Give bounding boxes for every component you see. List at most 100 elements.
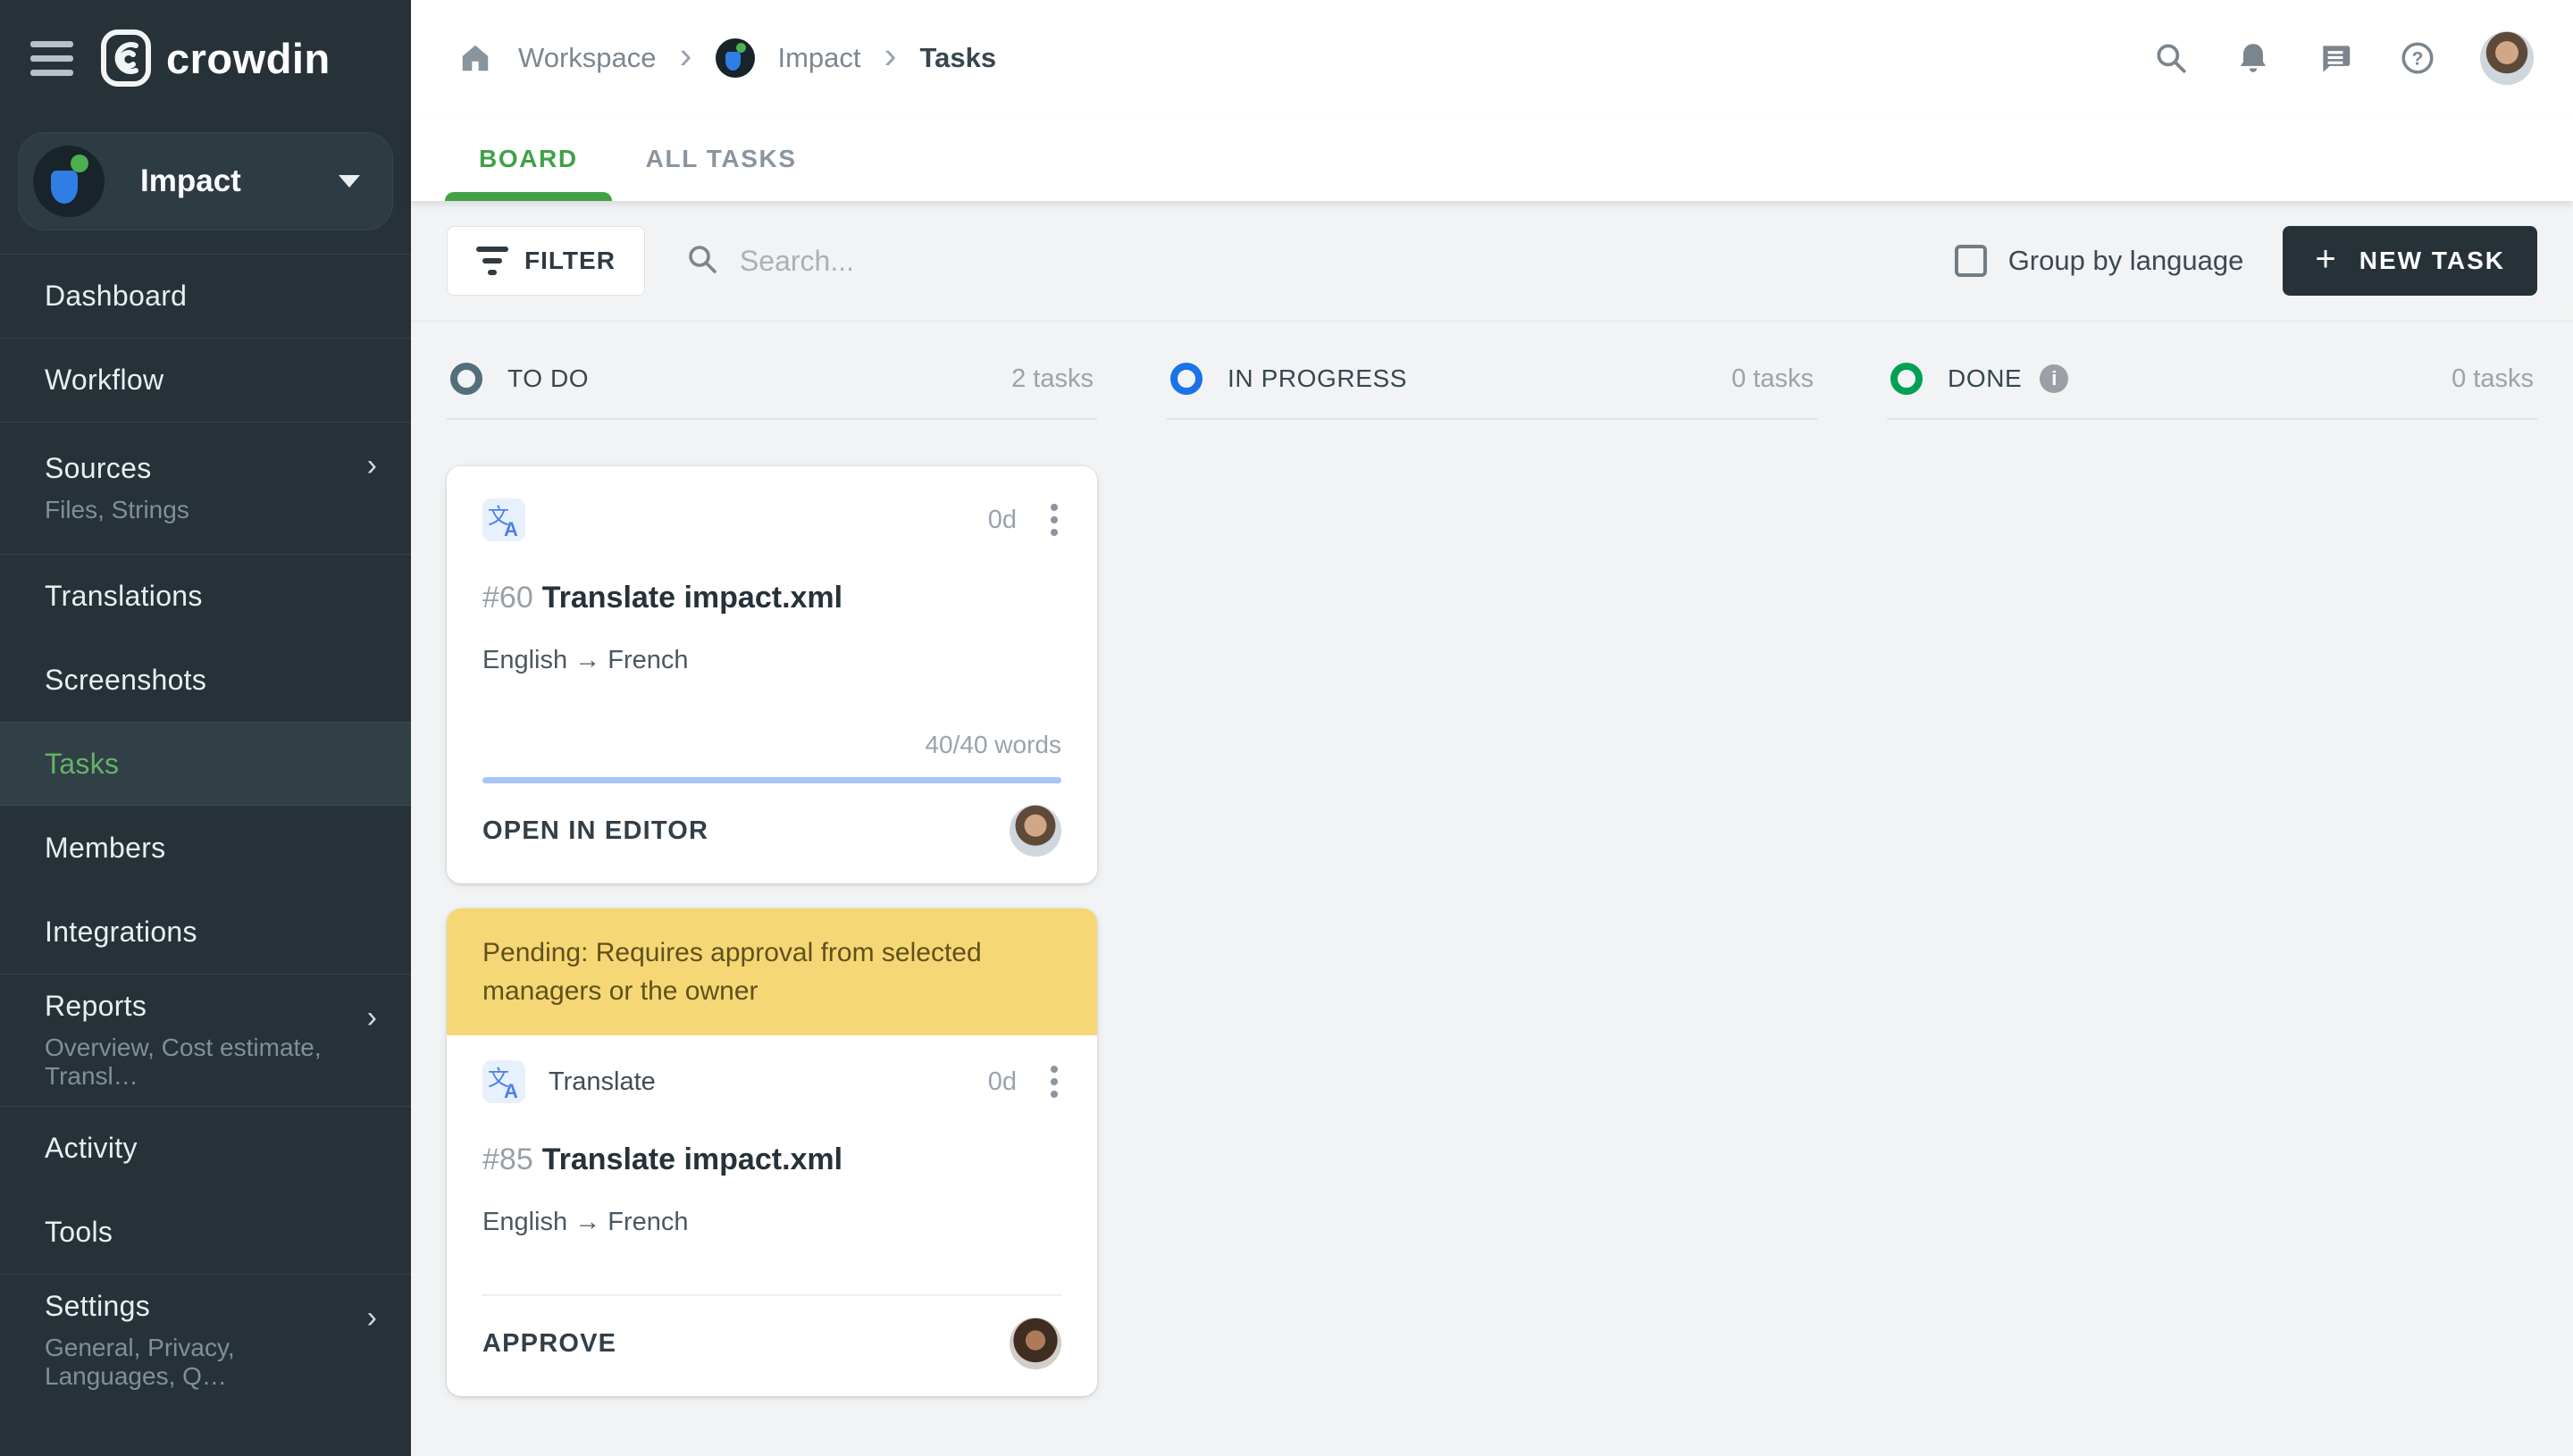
help-icon[interactable]: ? [2398, 38, 2437, 78]
sidebar-item-settings-subtitle: General, Privacy, Languages, Q… [45, 1334, 235, 1390]
due-badge: 0d [987, 1067, 1017, 1096]
column-in-progress-header: IN PROGRESS 0 tasks [1167, 356, 1817, 420]
done-count: 0 tasks [2451, 364, 2534, 393]
home-icon[interactable] [456, 38, 495, 78]
card-60-footer: OPEN IN EDITOR [447, 783, 1097, 883]
sidebar-item-tools[interactable]: Tools [0, 1190, 411, 1274]
breadcrumb-project[interactable]: Impact [778, 42, 861, 74]
main-area: Workspace › Impact › Tasks ? BOARD ALL T… [411, 0, 2573, 1456]
task-type-label: Translate [549, 1067, 656, 1096]
sidebar-item-screenshots[interactable]: Screenshots [0, 638, 411, 722]
menu-hamburger-icon[interactable] [30, 40, 73, 76]
sidebar-item-settings[interactable]: Settings General, Privacy, Languages, Q…… [0, 1274, 411, 1406]
sidebar-item-integrations[interactable]: Integrations [0, 890, 411, 974]
translate-task-icon: 文A [482, 498, 525, 541]
brand-name: crowdin [166, 34, 331, 82]
done-info-icon[interactable]: i [2040, 364, 2069, 393]
sidebar-item-members[interactable]: Members [0, 806, 411, 890]
kanban-board: TO DO 2 tasks 文A 0d #60 Translate impact… [411, 322, 2573, 1456]
pending-approval-banner: Pending: Requires approval from selected… [447, 908, 1097, 1035]
app-root: crowdin Impact Dashboard Workflow Source… [0, 0, 2573, 1456]
column-in-progress: IN PROGRESS 0 tasks [1167, 356, 1817, 1422]
chevron-right-icon: › [679, 34, 692, 76]
board-toolbar: FILTER Group by language + NEW TASK [411, 201, 2573, 322]
task-id: #60 [482, 581, 533, 615]
messages-icon[interactable] [2316, 38, 2355, 78]
chevron-right-icon: › [366, 448, 377, 482]
active-tab-underline [445, 192, 612, 201]
notifications-bell-icon[interactable] [2234, 38, 2273, 78]
user-avatar[interactable] [2480, 31, 2534, 85]
breadcrumb-workspace[interactable]: Workspace [518, 42, 657, 74]
tab-board[interactable]: BOARD [445, 116, 612, 201]
project-selector[interactable]: Impact [18, 132, 393, 230]
chevron-down-icon [339, 175, 360, 188]
card-menu-kebab-icon[interactable] [1047, 500, 1061, 540]
tabs-bar: BOARD ALL TASKS [411, 116, 2573, 201]
card-60-word-count: 40/40 words [925, 731, 1061, 758]
plus-icon: + [2315, 239, 2338, 279]
sidebar-item-sources[interactable]: Sources Files, Strings › [0, 422, 411, 554]
task-id: #85 [482, 1142, 533, 1176]
open-in-editor-button[interactable]: OPEN IN EDITOR [482, 816, 708, 846]
group-by-language-label[interactable]: Group by language [2008, 245, 2244, 277]
toolbar-right: Group by language + NEW TASK [1954, 226, 2537, 296]
sidebar-item-reports-subtitle: Overview, Cost estimate, Transl… [45, 1033, 322, 1090]
breadcrumb-page: Tasks [919, 42, 997, 73]
card-85-languages: English → French [482, 1208, 689, 1236]
sidebar-item-dashboard[interactable]: Dashboard [0, 254, 411, 338]
column-todo: TO DO 2 tasks 文A 0d #60 Translate impact… [447, 356, 1097, 1422]
top-bar: Workspace › Impact › Tasks ? [411, 0, 2573, 116]
crowdin-logo[interactable]: crowdin [100, 29, 331, 88]
svg-text:A: A [504, 518, 518, 538]
chevron-right-icon: › [366, 1301, 377, 1335]
column-done-header: DONE i 0 tasks [1887, 356, 2537, 420]
card-60-languages: English → French [482, 646, 689, 674]
content-area: FILTER Group by language + NEW TASK [411, 201, 2573, 1456]
sidebar-item-activity[interactable]: Activity [0, 1106, 411, 1190]
sidebar-item-reports[interactable]: Reports Overview, Cost estimate, Transl…… [0, 974, 411, 1106]
in-progress-status-icon [1170, 363, 1203, 395]
card-60-header: 文A 0d [447, 466, 1097, 541]
due-badge: 0d [987, 505, 1017, 534]
card-85-header: 文A Translate 0d [447, 1035, 1097, 1103]
breadcrumb-project-logo [715, 38, 755, 78]
card-60-progress-bar [482, 777, 1061, 783]
search-input[interactable] [739, 244, 1204, 278]
card-menu-kebab-icon[interactable] [1047, 1062, 1061, 1101]
in-progress-count: 0 tasks [1731, 364, 1814, 393]
approve-button[interactable]: APPROVE [482, 1329, 616, 1359]
task-card-85[interactable]: Pending: Requires approval from selected… [447, 908, 1097, 1396]
translate-task-icon: 文A [482, 1060, 525, 1103]
tab-all-tasks[interactable]: ALL TASKS [612, 116, 831, 201]
sidebar-item-workflow[interactable]: Workflow [0, 338, 411, 422]
task-name: Translate impact.xml [541, 1142, 843, 1176]
search-icon[interactable] [2151, 38, 2191, 78]
assignee-avatar[interactable] [1010, 805, 1061, 857]
column-todo-header: TO DO 2 tasks [447, 356, 1097, 420]
svg-text:A: A [504, 1080, 518, 1100]
svg-text:?: ? [2412, 48, 2424, 69]
chevron-right-icon: › [884, 34, 897, 76]
breadcrumb: Workspace › Impact › Tasks [456, 37, 996, 79]
column-done: DONE i 0 tasks [1887, 356, 2537, 1422]
group-by-language-checkbox[interactable] [1954, 245, 1987, 277]
sidebar-item-sources-subtitle: Files, Strings [45, 496, 189, 523]
assignee-avatar[interactable] [1010, 1318, 1061, 1369]
sidebar-item-translations[interactable]: Translations [0, 554, 411, 638]
task-card-60[interactable]: 文A 0d #60 Translate impact.xml English →… [447, 466, 1097, 883]
search-icon [684, 241, 720, 281]
sidebar-nav: Dashboard Workflow Sources Files, String… [0, 254, 411, 1456]
sidebar-item-tasks[interactable]: Tasks [0, 722, 411, 806]
card-85-footer: APPROVE [447, 1296, 1097, 1396]
filter-icon [476, 247, 508, 275]
todo-status-icon [450, 363, 482, 395]
project-logo [33, 146, 105, 217]
new-task-button[interactable]: + NEW TASK [2283, 226, 2537, 296]
card-60-title: #60 Translate impact.xml [447, 581, 1097, 615]
filter-button[interactable]: FILTER [447, 226, 645, 296]
search-box [684, 241, 1204, 281]
sidebar: crowdin Impact Dashboard Workflow Source… [0, 0, 411, 1456]
chevron-right-icon: › [366, 1000, 377, 1034]
task-name: Translate impact.xml [541, 581, 843, 615]
